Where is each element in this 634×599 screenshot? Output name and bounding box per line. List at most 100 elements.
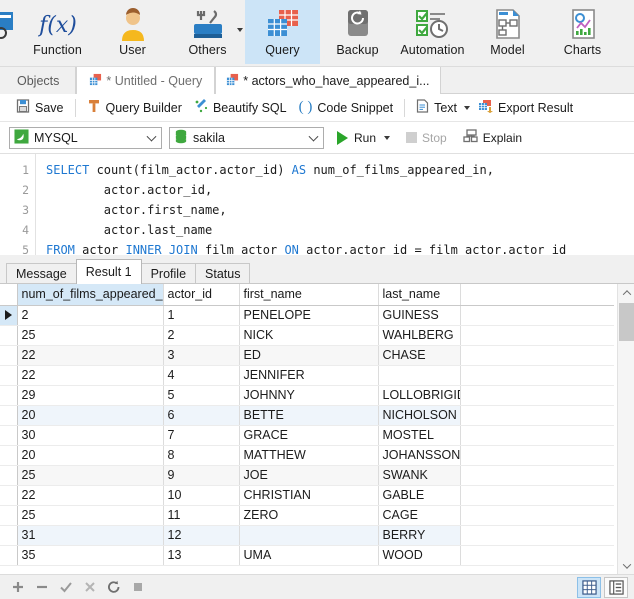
table-row[interactable]: 22 3 ED CHASE xyxy=(0,345,614,366)
save-button[interactable]: Save xyxy=(10,97,70,119)
export-result-button[interactable]: Export Result xyxy=(476,97,579,119)
cell-num-of-films-appeared-in[interactable]: 25 xyxy=(17,465,164,486)
cell-first-name[interactable]: UMA xyxy=(239,545,379,566)
chevron-down-icon[interactable] xyxy=(237,28,243,32)
database-select[interactable]: sakila xyxy=(169,126,324,149)
cell-num-of-films-appeared-in[interactable]: 35 xyxy=(17,545,164,566)
stop-icon[interactable] xyxy=(126,577,150,598)
cell-last-name[interactable]: SWANK xyxy=(378,465,461,486)
cell-num-of-films-appeared-in[interactable]: 31 xyxy=(17,525,164,546)
cell-num-of-films-appeared-in[interactable]: 25 xyxy=(17,505,164,526)
cell-num-of-films-appeared-in[interactable]: 22 xyxy=(17,365,164,386)
cell-last-name[interactable]: GUINESS xyxy=(378,305,461,326)
row-marker-cell[interactable] xyxy=(0,525,18,546)
cell-actor-id[interactable]: 11 xyxy=(163,505,240,526)
ribbon-item-automation[interactable]: Automation xyxy=(395,0,470,64)
text-view-button[interactable]: Text xyxy=(410,97,476,119)
row-marker-cell[interactable] xyxy=(0,345,18,366)
cell-last-name[interactable]: WOOD xyxy=(378,545,461,566)
sql-code-text[interactable]: SELECT count(film_actor.actor_id) AS num… xyxy=(36,154,634,255)
table-row[interactable]: 20 8 MATTHEW JOHANSSON xyxy=(0,445,614,466)
cell-first-name[interactable]: MATTHEW xyxy=(239,445,379,466)
chevron-down-icon[interactable] xyxy=(308,131,319,142)
cell-last-name[interactable]: BERRY xyxy=(378,525,461,546)
table-row[interactable]: 22 10 CHRISTIAN GABLE xyxy=(0,485,614,506)
table-row[interactable]: 31 12 BERRY xyxy=(0,525,614,546)
ribbon-item-others[interactable]: Others xyxy=(170,0,245,64)
cell-actor-id[interactable]: 13 xyxy=(163,545,240,566)
connection-select[interactable]: MYSQL xyxy=(9,126,162,149)
row-marker-cell[interactable] xyxy=(0,325,18,346)
chevron-down-icon[interactable] xyxy=(146,131,157,142)
cell-first-name[interactable]: NICK xyxy=(239,325,379,346)
chevron-down-icon[interactable] xyxy=(384,135,391,140)
column-header-actor-id[interactable]: actor_id xyxy=(163,284,240,306)
apply-change-icon[interactable] xyxy=(54,577,78,598)
column-header-first-name[interactable]: first_name xyxy=(239,284,379,306)
cancel-change-icon[interactable] xyxy=(78,577,102,598)
form-view-icon[interactable] xyxy=(604,576,628,598)
cell-actor-id[interactable]: 3 xyxy=(163,345,240,366)
ribbon-item-model[interactable]: Model xyxy=(470,0,545,64)
ribbon-item-partial-left[interactable] xyxy=(0,0,20,64)
cell-num-of-films-appeared-in[interactable]: 29 xyxy=(17,385,164,406)
row-marker-cell[interactable] xyxy=(0,425,18,446)
cell-actor-id[interactable]: 8 xyxy=(163,445,240,466)
cell-last-name[interactable]: GABLE xyxy=(378,485,461,506)
ribbon-item-backup[interactable]: Backup xyxy=(320,0,395,64)
row-marker-cell[interactable] xyxy=(0,385,18,406)
cell-num-of-films-appeared-in[interactable]: 20 xyxy=(17,405,164,426)
cell-first-name[interactable]: GRACE xyxy=(239,425,379,446)
row-marker-cell[interactable] xyxy=(0,365,18,386)
cell-last-name[interactable] xyxy=(378,365,461,386)
cell-num-of-films-appeared-in[interactable]: 20 xyxy=(17,445,164,466)
table-row[interactable]: 30 7 GRACE MOSTEL xyxy=(0,425,614,446)
row-marker-cell[interactable] xyxy=(0,485,18,506)
cell-first-name[interactable] xyxy=(239,525,379,546)
column-header-num-of-films-appeared-in[interactable]: num_of_films_appeared_in xyxy=(17,284,164,306)
table-row[interactable]: 25 2 NICK WAHLBERG xyxy=(0,325,614,346)
table-row[interactable]: 295JOHNNYLOLLOBRIGIDA xyxy=(0,385,614,406)
cell-actor-id[interactable]: 10 xyxy=(163,485,240,506)
table-row[interactable]: 25 11 ZERO CAGE xyxy=(0,505,614,526)
scroll-down-icon[interactable] xyxy=(618,557,634,574)
scrollbar-thumb[interactable] xyxy=(619,303,634,341)
add-row-icon[interactable] xyxy=(6,577,30,598)
cell-first-name[interactable]: PENELOPE xyxy=(239,305,379,326)
cell-last-name[interactable]: CHASE xyxy=(378,345,461,366)
cell-last-name[interactable]: WAHLBERG xyxy=(378,325,461,346)
cell-first-name[interactable]: BETTE xyxy=(239,405,379,426)
code-snippet-button[interactable]: ( ) Code Snippet xyxy=(293,97,400,119)
sql-editor[interactable]: 123456 SELECT count(film_actor.actor_id)… xyxy=(0,154,634,277)
result-grid[interactable]: num_of_films_appeared_in actor_id first_… xyxy=(0,284,634,574)
cell-actor-id[interactable]: 7 xyxy=(163,425,240,446)
cell-last-name[interactable]: NICHOLSON xyxy=(378,405,461,426)
table-row[interactable]: 35 13 UMA WOOD xyxy=(0,545,614,566)
tab-untitled-query[interactable]: * Untitled - Query xyxy=(76,67,216,94)
cell-actor-id[interactable]: 6 xyxy=(163,405,240,426)
row-marker-cell[interactable] xyxy=(0,465,18,486)
row-marker-cell[interactable] xyxy=(0,305,18,326)
grid-view-icon[interactable] xyxy=(577,576,601,598)
column-header-last-name[interactable]: last_name xyxy=(378,284,461,306)
cell-first-name[interactable]: ZERO xyxy=(239,505,379,526)
cell-actor-id[interactable]: 5 xyxy=(163,385,240,406)
cell-num-of-films-appeared-in[interactable]: 22 xyxy=(17,345,164,366)
cell-actor-id[interactable]: 9 xyxy=(163,465,240,486)
beautify-sql-button[interactable]: Beautify SQL xyxy=(188,97,293,119)
explain-button[interactable]: Explain xyxy=(459,127,526,149)
table-row[interactable]: 20 6 BETTE NICHOLSON xyxy=(0,405,614,426)
cell-actor-id[interactable]: 4 xyxy=(163,365,240,386)
ribbon-item-charts[interactable]: Charts xyxy=(545,0,620,64)
chevron-down-icon[interactable] xyxy=(464,105,471,110)
row-marker-cell[interactable] xyxy=(0,545,18,566)
row-marker-cell[interactable] xyxy=(0,505,18,526)
table-row[interactable]: 22 4 JENNIFER xyxy=(0,365,614,386)
tab-status[interactable]: Status xyxy=(195,263,251,284)
refresh-icon[interactable] xyxy=(102,577,126,598)
cell-last-name[interactable]: LOLLOBRIGIDA xyxy=(378,385,461,406)
cell-last-name[interactable]: CAGE xyxy=(378,505,461,526)
cell-first-name[interactable]: CHRISTIAN xyxy=(239,485,379,506)
cell-num-of-films-appeared-in[interactable]: 2 xyxy=(17,305,164,326)
cell-first-name[interactable]: JOHNNY xyxy=(239,385,379,406)
